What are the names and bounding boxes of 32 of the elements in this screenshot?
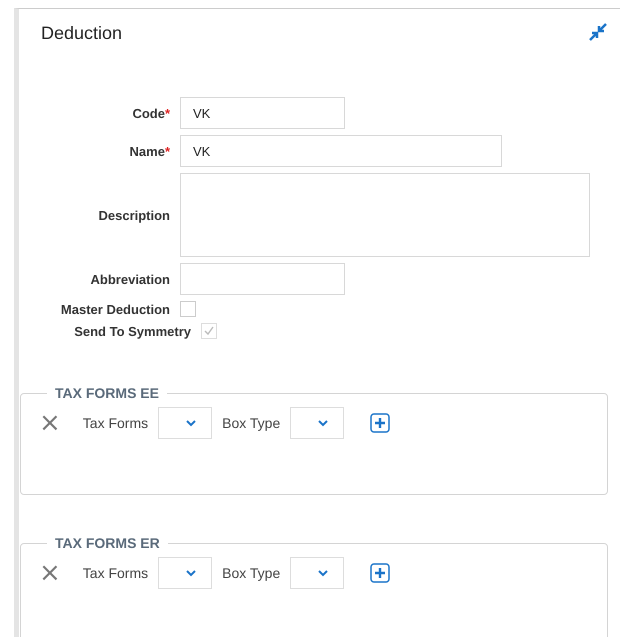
chevron-down-icon <box>317 419 330 427</box>
remove-button[interactable]: × <box>39 563 61 583</box>
field-label: Send To Symmetry <box>73 324 191 338</box>
field-label: Tax Forms <box>82 415 148 431</box>
chevron-down-icon <box>185 419 198 427</box>
collapse-icon[interactable] <box>588 22 608 42</box>
dropdown[interactable] <box>290 407 344 439</box>
group-legend: TAX FORMS ER <box>47 535 168 551</box>
remove-button[interactable]: × <box>39 413 61 433</box>
checkbox[interactable] <box>180 301 196 317</box>
chevron-down-icon <box>317 569 330 577</box>
field-label: Name* <box>128 144 170 158</box>
dropdown[interactable] <box>290 557 344 589</box>
field-label: Tax Forms <box>82 565 148 581</box>
field-label: Abbreviation <box>90 272 170 286</box>
text-field[interactable]: VK <box>180 97 345 129</box>
checkmark-icon <box>203 325 215 337</box>
field-label: Description <box>97 208 170 222</box>
text-area[interactable] <box>180 173 590 257</box>
text-field[interactable]: VK <box>180 135 502 167</box>
add-icon[interactable] <box>370 413 390 433</box>
chevron-down-icon <box>185 569 198 577</box>
dropdown[interactable] <box>158 557 212 589</box>
field-label: Code* <box>131 106 170 120</box>
text-field[interactable] <box>180 263 345 295</box>
field-label: Box Type <box>222 415 280 431</box>
field-label: Master Deduction <box>60 302 170 316</box>
add-icon[interactable] <box>370 563 390 583</box>
group-legend: TAX FORMS EE <box>47 385 167 401</box>
panel-title: Deduction <box>41 22 122 44</box>
field-label: Box Type <box>222 565 280 581</box>
dropdown[interactable] <box>158 407 212 439</box>
